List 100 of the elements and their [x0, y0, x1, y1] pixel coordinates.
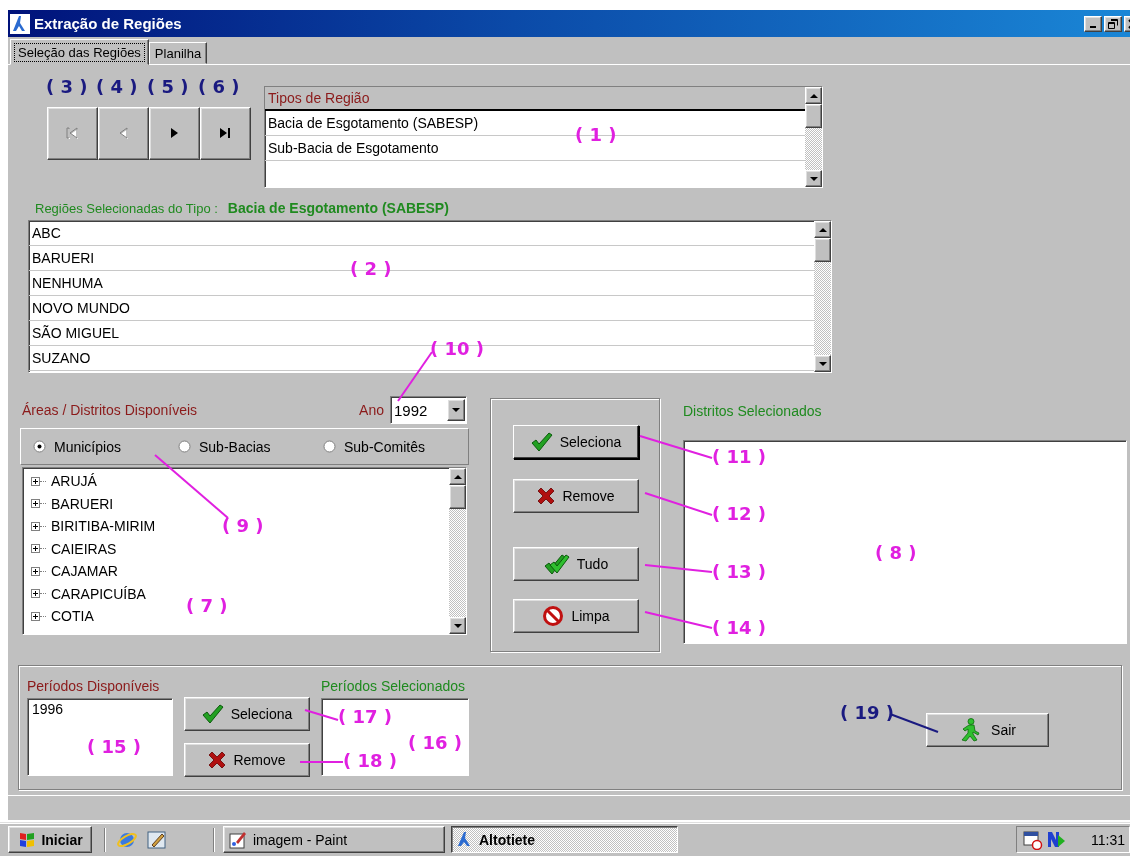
- no-sign-icon: [542, 605, 565, 627]
- callout-number: ( 9 ): [222, 515, 264, 537]
- up-arrow-icon: [808, 91, 819, 100]
- double-check-icon: [543, 553, 570, 575]
- year-dropdown[interactable]: 1992: [390, 396, 467, 424]
- remove-button[interactable]: Remove: [513, 479, 639, 513]
- taskbar-button[interactable]: Altotiete: [451, 826, 678, 853]
- scroll-thumb[interactable]: [805, 104, 822, 128]
- list-row[interactable]: 1996: [32, 701, 168, 717]
- minimize-button[interactable]: [1084, 15, 1102, 32]
- scrollbar[interactable]: [449, 468, 466, 634]
- scroll-down-button[interactable]: [449, 617, 466, 634]
- callout-number: ( 8 ): [875, 542, 917, 564]
- window-title: Extração de Regiões: [34, 15, 182, 32]
- cross-icon: [537, 487, 556, 505]
- radio-option[interactable]: Sub-Bacias: [178, 438, 308, 455]
- radio-option[interactable]: Sub-Comitês: [323, 438, 453, 455]
- tab[interactable]: Planilha: [148, 42, 208, 64]
- select-all-button[interactable]: Tudo: [513, 547, 639, 581]
- app-icon: [10, 13, 30, 34]
- tree-item[interactable]: CAIEIRAS: [23, 537, 449, 560]
- callout-number: ( 19 ): [840, 702, 895, 724]
- list-row[interactable]: NOVO MUNDO: [29, 296, 814, 321]
- cross-icon: [208, 751, 227, 769]
- expand-icon[interactable]: [31, 566, 40, 576]
- up-arrow-icon: [452, 472, 463, 481]
- leader-line: [644, 492, 713, 516]
- tab[interactable]: Seleção das Regiões: [10, 39, 149, 65]
- section-label: Distritos Selecionados: [683, 403, 823, 421]
- expand-icon[interactable]: [31, 611, 40, 621]
- callout-number: ( 7 ): [186, 595, 228, 617]
- leader-line: [397, 351, 433, 402]
- radio-button[interactable]: [178, 440, 191, 453]
- exit-button[interactable]: Sair: [926, 713, 1049, 747]
- scroll-down-button[interactable]: [814, 355, 831, 372]
- callout-number: ( 12 ): [712, 503, 767, 525]
- section-label: Períodos Disponíveis: [27, 678, 161, 694]
- radio-button[interactable]: [323, 440, 336, 453]
- scroll-up-button[interactable]: [449, 468, 466, 485]
- down-arrow-icon: [808, 174, 819, 183]
- walking-figure-icon: [959, 718, 982, 742]
- restore-icon: [1108, 18, 1118, 29]
- callout-number: ( 16 ): [408, 732, 463, 754]
- year-label: Ano: [359, 402, 384, 418]
- expand-icon[interactable]: [31, 521, 40, 531]
- leader-line: [644, 564, 713, 573]
- taskbar-button[interactable]: imagem - Paint: [223, 826, 445, 853]
- next-button[interactable]: [149, 107, 200, 160]
- callout-number: ( 3 ): [46, 76, 88, 98]
- callout-number: ( 15 ): [87, 736, 142, 758]
- region-type-value: Bacia de Esgotamento (SABESP): [227, 200, 449, 216]
- leader-line: [299, 761, 344, 763]
- section-label: Períodos Selecionados: [321, 678, 466, 694]
- network-icon[interactable]: [1046, 829, 1066, 850]
- expand-icon[interactable]: [31, 499, 40, 509]
- scroll-down-button[interactable]: [805, 170, 822, 187]
- callout-number: ( 18 ): [343, 750, 398, 772]
- scroll-up-button[interactable]: [805, 87, 822, 104]
- remove-button[interactable]: Remove: [184, 743, 310, 777]
- radio-button[interactable]: [33, 440, 46, 453]
- callout-number: ( 11 ): [712, 446, 767, 468]
- down-arrow-icon: [452, 621, 463, 630]
- expand-icon[interactable]: [31, 589, 40, 599]
- clock: 11:31: [1091, 831, 1125, 848]
- scroll-thumb[interactable]: [449, 485, 466, 509]
- clear-button[interactable]: Limpa: [513, 599, 639, 633]
- select-button[interactable]: Seleciona: [513, 425, 639, 459]
- field-label: Regiões Selecionadas do Tipo :: [35, 201, 218, 216]
- scrollbar[interactable]: [805, 87, 822, 187]
- up-arrow-icon: [817, 225, 828, 234]
- start-button[interactable]: Iniciar: [8, 826, 92, 853]
- callout-number: ( 4 ): [96, 76, 138, 98]
- select-button[interactable]: Seleciona: [184, 697, 310, 731]
- desktop-icon[interactable]: [146, 828, 168, 851]
- tree-item[interactable]: CAJAMAR: [23, 560, 449, 583]
- scroll-up-button[interactable]: [814, 221, 831, 238]
- paint-icon: [228, 829, 248, 850]
- list-row[interactable]: ABC: [29, 221, 814, 246]
- tree-item[interactable]: BARUERI: [23, 492, 449, 515]
- scroll-thumb[interactable]: [814, 238, 831, 262]
- check-icon: [201, 704, 224, 724]
- scrollbar[interactable]: [814, 221, 831, 372]
- tree-item[interactable]: ARUJÁ: [23, 470, 449, 493]
- down-arrow-icon: [451, 406, 461, 414]
- callout-number: ( 13 ): [712, 561, 767, 583]
- expand-icon[interactable]: [31, 544, 40, 554]
- leader-line: [644, 611, 713, 629]
- callout-number: ( 17 ): [338, 706, 393, 728]
- calendar-clock-icon[interactable]: [1023, 829, 1043, 850]
- leader-line: [304, 709, 339, 721]
- section-label: Áreas / Distritos Disponíveis: [22, 402, 198, 418]
- check-icon: [530, 432, 553, 452]
- radio-option[interactable]: Municípios: [33, 438, 163, 455]
- expand-icon[interactable]: [31, 476, 40, 486]
- last-button[interactable]: [200, 107, 251, 160]
- callout-number: ( 14 ): [712, 617, 767, 639]
- restore-button[interactable]: [1104, 15, 1122, 32]
- down-arrow-icon: [817, 359, 828, 368]
- column-header: Tipos de Região: [265, 87, 805, 111]
- minimize-icon: [1090, 25, 1096, 28]
